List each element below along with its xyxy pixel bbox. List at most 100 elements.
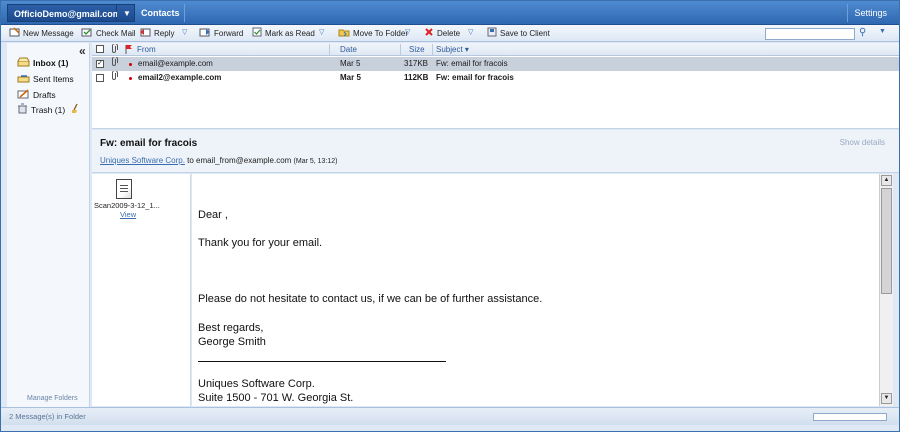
column-divider bbox=[329, 44, 330, 55]
recipient-text: to email_from@example.com bbox=[184, 156, 294, 165]
sidebar-item-sent-items[interactable]: Sent Items bbox=[17, 72, 74, 86]
body-greeting: Dear , bbox=[198, 209, 228, 221]
delete-icon bbox=[424, 27, 434, 41]
row-from: email2@example.com bbox=[138, 73, 222, 82]
document-file-icon[interactable] bbox=[116, 179, 132, 199]
signature-company: Uniques Software Corp. bbox=[198, 378, 315, 390]
attachment-column-icon[interactable] bbox=[111, 43, 118, 55]
sender-link[interactable]: Uniques Software Corp. bbox=[100, 156, 185, 165]
search-options-dropdown-icon[interactable]: ▼ bbox=[879, 28, 886, 35]
message-list-header: From Date Size Subject ▾ bbox=[92, 43, 899, 56]
row-date: Mar 5 bbox=[340, 73, 361, 82]
sent-items-icon bbox=[17, 73, 30, 87]
scrollbar-thumb[interactable] bbox=[881, 188, 892, 294]
attachment-filename: Scan2009-3-12_1... bbox=[94, 201, 160, 210]
message-count-status: 2 Message(s) in Folder bbox=[9, 412, 86, 421]
move-to-folder-label: Move To Folder bbox=[353, 29, 408, 39]
mark-as-read-button[interactable]: Mark as Read bbox=[252, 27, 315, 40]
sender-line: Uniques Software Corp. to email_from@exa… bbox=[100, 156, 338, 165]
new-message-icon bbox=[9, 27, 20, 41]
row-date: Mar 5 bbox=[340, 59, 361, 68]
column-header-subject[interactable]: Subject ▾ bbox=[436, 44, 469, 55]
status-bar: 2 Message(s) in Folder bbox=[1, 407, 899, 425]
attachment-icon bbox=[111, 56, 118, 72]
sidebar-item-trash[interactable]: Trash (1) bbox=[17, 103, 83, 117]
folder-sidebar: « Inbox (1) Sent Items Drafts Trash (1) … bbox=[7, 43, 90, 407]
save-to-client-label: Save to Client bbox=[500, 29, 550, 39]
mail-app-window: OfficioDemo@gmail.com ▼ Contacts Setting… bbox=[0, 0, 900, 432]
row-checkbox[interactable]: ✓ bbox=[96, 60, 104, 68]
empty-trash-broom-icon[interactable] bbox=[71, 103, 80, 118]
signature-address: Suite 1500 - 701 W. Georgia St. bbox=[198, 392, 354, 404]
account-menu-dropdown-icon[interactable]: ▼ bbox=[117, 4, 135, 22]
check-mail-button[interactable]: Check Mail bbox=[81, 27, 136, 40]
search-input[interactable] bbox=[765, 28, 855, 40]
show-details-link[interactable]: Show details bbox=[840, 138, 885, 147]
table-row[interactable]: ✓ email@example.com Mar 5 317KB Fw: emai… bbox=[92, 56, 899, 72]
column-header-date[interactable]: Date bbox=[340, 44, 357, 55]
collapse-sidebar-icon[interactable]: « bbox=[79, 44, 86, 58]
new-message-label: New Message bbox=[23, 29, 74, 39]
check-mail-icon bbox=[81, 27, 93, 41]
delete-button[interactable]: Delete bbox=[424, 27, 460, 40]
contacts-tab[interactable]: Contacts bbox=[135, 4, 185, 22]
attachment-view-link[interactable]: View bbox=[120, 210, 136, 219]
row-size: 317KB bbox=[404, 59, 429, 68]
save-icon bbox=[487, 27, 497, 41]
sidebar-item-label: Inbox (1) bbox=[33, 58, 69, 68]
delete-dropdown-icon[interactable]: ▽ bbox=[468, 28, 473, 36]
column-divider bbox=[432, 44, 433, 55]
search-icon[interactable]: ⚲ bbox=[859, 27, 866, 38]
mark-as-read-label: Mark as Read bbox=[265, 29, 315, 39]
row-checkbox[interactable] bbox=[96, 74, 104, 82]
forward-label: Forward bbox=[214, 29, 244, 39]
mark-as-read-dropdown-icon[interactable]: ▽ bbox=[319, 28, 324, 36]
move-to-folder-button[interactable]: Move To Folder bbox=[338, 27, 408, 40]
table-row[interactable]: email2@example.com Mar 5 112KB Fw: email… bbox=[92, 70, 899, 85]
attachment-pane: Scan2009-3-12_1... View bbox=[92, 174, 191, 406]
body-closing: Best regards, bbox=[198, 322, 264, 334]
trash-icon bbox=[17, 103, 28, 118]
sidebar-item-drafts[interactable]: Drafts bbox=[17, 88, 56, 102]
priority-dot-icon bbox=[129, 77, 132, 80]
column-header-size[interactable]: Size bbox=[409, 44, 425, 55]
message-subject: Fw: email for fracois bbox=[100, 138, 198, 149]
sidebar-item-label: Drafts bbox=[33, 90, 56, 100]
column-header-from[interactable]: From bbox=[137, 44, 156, 55]
forward-button[interactable]: Forward bbox=[199, 27, 243, 40]
manage-folders-link[interactable]: Manage Folders bbox=[27, 395, 78, 402]
signature-divider bbox=[198, 361, 446, 362]
row-subject: Fw: email for fracois bbox=[436, 73, 514, 82]
move-folder-icon bbox=[338, 27, 350, 41]
progress-bar bbox=[813, 413, 887, 421]
save-to-client-button[interactable]: Save to Client bbox=[487, 27, 550, 40]
sort-descending-icon: ▾ bbox=[464, 45, 469, 54]
sidebar-item-label: Trash (1) bbox=[31, 105, 66, 115]
sidebar-item-inbox[interactable]: Inbox (1) bbox=[17, 56, 68, 70]
reply-icon bbox=[139, 27, 151, 41]
priority-dot-icon bbox=[129, 63, 132, 66]
scroll-up-arrow-icon[interactable]: ▲ bbox=[881, 175, 892, 186]
reply-button[interactable]: Reply bbox=[139, 27, 174, 40]
settings-link[interactable]: Settings bbox=[847, 4, 893, 22]
column-divider bbox=[400, 44, 401, 55]
body-signer: George Smith bbox=[198, 336, 266, 348]
body-scrollbar[interactable]: ▲ ▼ bbox=[879, 174, 893, 406]
delete-label: Delete bbox=[437, 29, 461, 39]
new-message-button[interactable]: New Message bbox=[9, 27, 74, 40]
mark-read-icon bbox=[252, 27, 262, 41]
flag-column-icon[interactable] bbox=[125, 44, 133, 55]
message-list: From Date Size Subject ▾ ✓ email@example… bbox=[92, 43, 899, 129]
account-tab[interactable]: OfficioDemo@gmail.com bbox=[7, 4, 121, 22]
message-preview-header: Fw: email for fracois Show details Uniqu… bbox=[92, 130, 899, 173]
drafts-icon bbox=[17, 89, 30, 103]
top-navigation-bar: OfficioDemo@gmail.com ▼ Contacts Setting… bbox=[1, 1, 899, 25]
column-header-subject-label: Subject bbox=[436, 45, 463, 54]
body-paragraph: Thank you for your email. bbox=[198, 237, 323, 249]
inbox-icon bbox=[17, 57, 30, 71]
reply-dropdown-icon[interactable]: ▽ bbox=[182, 28, 187, 36]
message-date: (Mar 5, 13:12) bbox=[293, 158, 338, 165]
select-all-checkbox[interactable] bbox=[96, 45, 104, 53]
scroll-down-arrow-icon[interactable]: ▼ bbox=[881, 393, 892, 404]
move-to-folder-dropdown-icon[interactable]: ▽ bbox=[405, 28, 410, 36]
